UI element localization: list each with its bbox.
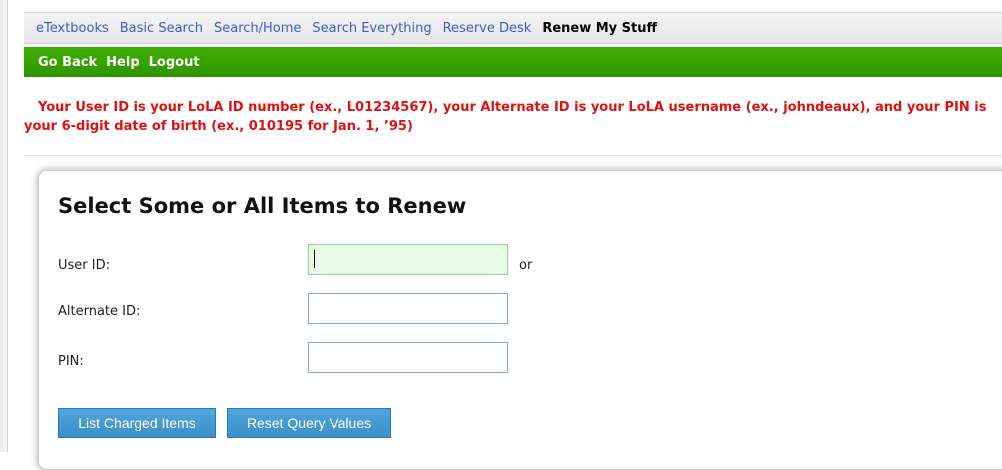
pin-input[interactable] bbox=[308, 342, 508, 373]
form-title: Select Some or All Items to Renew bbox=[58, 194, 467, 218]
nav-link-etextbooks[interactable]: eTextbooks bbox=[36, 21, 109, 36]
left-frame-edge bbox=[0, 0, 8, 452]
or-text: or bbox=[519, 258, 533, 273]
go-back-link[interactable]: Go Back bbox=[38, 55, 97, 70]
alternate-id-label: Alternate ID: bbox=[58, 304, 141, 319]
login-instructions-notice: Your User ID is your LoLA ID number (ex.… bbox=[24, 100, 987, 134]
help-link[interactable]: Help bbox=[106, 55, 139, 70]
nav-link-basic-search[interactable]: Basic Search bbox=[120, 21, 203, 36]
logout-link[interactable]: Logout bbox=[149, 55, 200, 70]
nav-link-search-everything[interactable]: Search Everything bbox=[312, 21, 431, 36]
list-charged-items-button[interactable]: List Charged Items bbox=[58, 408, 216, 438]
pin-label: PIN: bbox=[58, 354, 84, 369]
page: eTextbooks Basic Search Search/Home Sear… bbox=[0, 0, 1002, 470]
reset-query-values-button[interactable]: Reset Query Values bbox=[227, 408, 391, 438]
user-id-input[interactable] bbox=[308, 244, 508, 275]
alternate-id-input[interactable] bbox=[308, 293, 508, 324]
nav-link-reserve-desk[interactable]: Reserve Desk bbox=[443, 21, 532, 36]
text-caret bbox=[314, 250, 315, 268]
top-navigation: eTextbooks Basic Search Search/Home Sear… bbox=[24, 12, 1002, 44]
user-id-label: User ID: bbox=[58, 258, 110, 273]
action-bar: Go Back Help Logout bbox=[24, 47, 1002, 77]
nav-link-search-home[interactable]: Search/Home bbox=[214, 21, 301, 36]
divider bbox=[24, 155, 1002, 156]
nav-link-renew-my-stuff[interactable]: Renew My Stuff bbox=[542, 21, 657, 36]
